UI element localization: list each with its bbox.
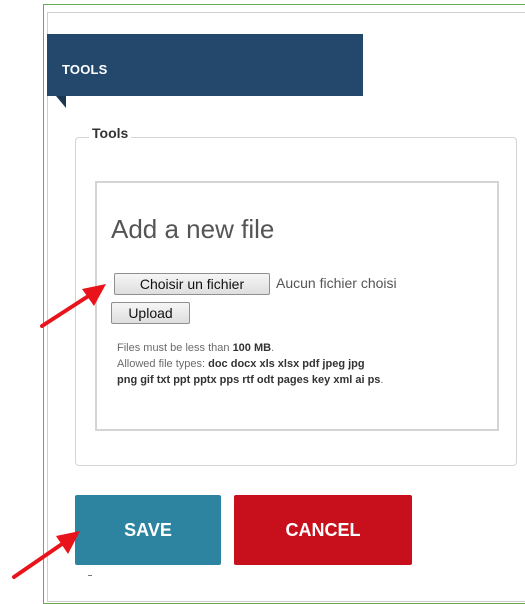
red-arrow-icon [12, 531, 80, 579]
no-file-chosen-text: Aucun fichier choisi [276, 275, 397, 291]
add-file-heading: Add a new file [111, 214, 275, 244]
choose-file-button[interactable]: Choisir un fichier [114, 273, 270, 295]
tools-header-title: TOOLS [62, 62, 108, 77]
file-size-prefix: Files must be less than [117, 342, 233, 354]
allowed-types-line1: doc docx xls xlsx pdf jpeg jpg [208, 358, 365, 370]
cancel-button[interactable]: CANCEL [234, 495, 412, 565]
file-size-suffix: . [271, 342, 275, 354]
allowed-types-suffix: . [380, 374, 384, 386]
save-button[interactable]: SAVE [75, 495, 221, 565]
file-size-limit: 100 MB [232, 342, 272, 354]
upload-button[interactable]: Upload [111, 302, 190, 324]
red-arrow-icon [40, 284, 106, 328]
allowed-types-note: Allowed file types: doc docx xls xlsx pd… [117, 356, 365, 372]
allowed-types-line2: png gif txt ppt pptx pps rtf odt pages k… [117, 374, 381, 386]
allowed-types-note-continued: png gif txt ppt pptx pps rtf odt pages k… [117, 372, 383, 388]
tools-header: TOOLS [47, 34, 363, 96]
divider-mark [88, 575, 92, 576]
file-size-note: Files must be less than 100 MB. [117, 340, 274, 356]
header-tab-fold [56, 96, 66, 108]
tools-fieldset-legend: Tools [89, 125, 132, 141]
allowed-types-prefix: Allowed file types: [117, 358, 209, 370]
